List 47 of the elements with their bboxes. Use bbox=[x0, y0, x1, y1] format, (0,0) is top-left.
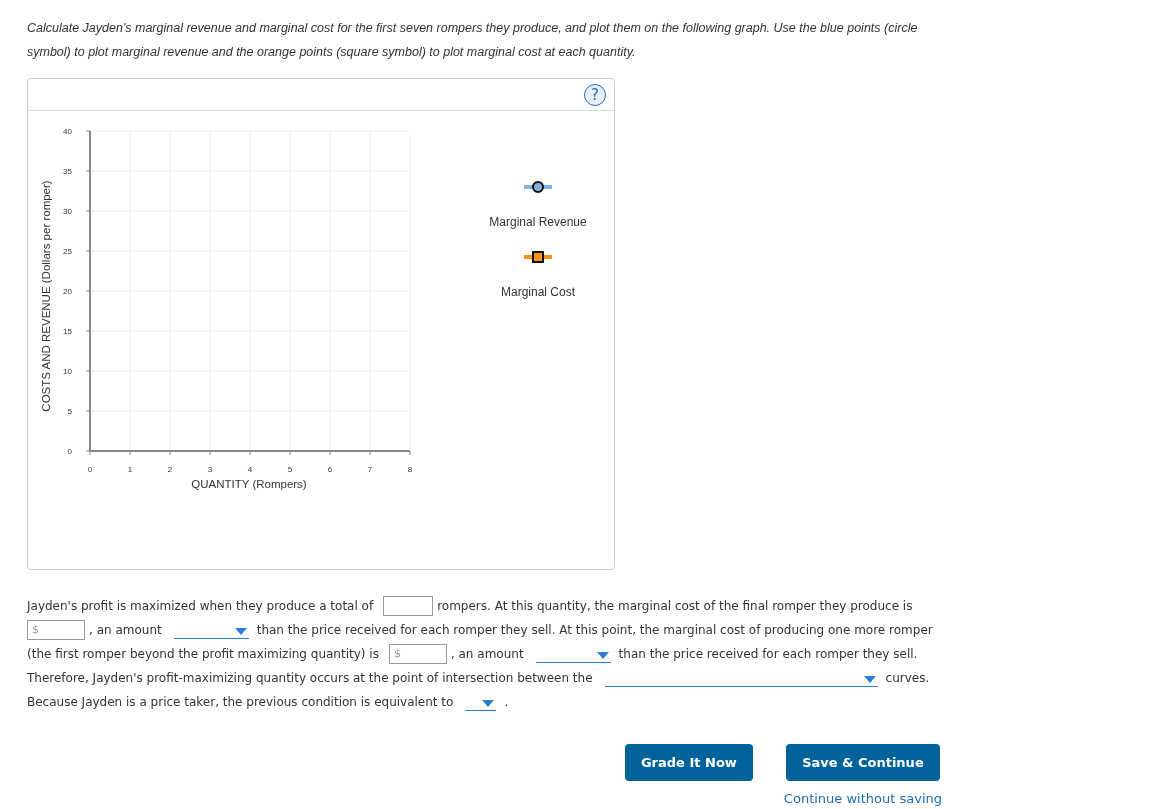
x-tick-label: 6 bbox=[327, 465, 333, 474]
caret-icon bbox=[234, 627, 247, 635]
question-text: Jayden's profit is maximized when they produce a total of bbox=[27, 598, 374, 615]
y-tick-label: 25 bbox=[63, 247, 72, 256]
question-text: rompers. At this quantity, the marginal cost of the final romper they produce is bbox=[437, 598, 913, 615]
question-text: curves. bbox=[885, 670, 930, 687]
x-tick-label: 3 bbox=[207, 465, 213, 474]
caret-icon bbox=[596, 651, 609, 659]
x-tick-label: 7 bbox=[367, 465, 373, 474]
y-tick-label: 40 bbox=[63, 127, 72, 136]
grade-button[interactable]: Grade It Now bbox=[624, 744, 753, 781]
question-text: Therefore, Jayden's profit-maximizing quantity occurs at the point of intersection between the bbox=[27, 670, 593, 687]
answer-field[interactable]: $ bbox=[27, 620, 85, 640]
question-text: Because Jayden is a price taker, the previous condition is equivalent to bbox=[27, 694, 454, 711]
answer-field[interactable] bbox=[383, 596, 434, 616]
instructions-text: Calculate Jayden's marginal revenue and marginal cost for the first seven rompers they produce, and plot them on the following graph. Use the blue points (circle symbol) to plot marginal revenue and the orange points (square symbol) to plot marginal cost at each quantity. bbox=[27, 20, 919, 61]
legend-label: Marginal Cost bbox=[501, 285, 575, 299]
caret-icon bbox=[482, 699, 495, 707]
x-tick-label: 5 bbox=[287, 465, 293, 474]
question-text: . bbox=[504, 694, 509, 711]
square-marker-icon[interactable] bbox=[524, 251, 552, 263]
y-tick-label: 35 bbox=[63, 167, 72, 176]
x-tick-label: 1 bbox=[127, 465, 133, 474]
x-tick-label: 4 bbox=[247, 465, 253, 474]
question-text: than the price received for each romper they sell. At this point, the marginal cost of producing one more romper bbox=[256, 622, 933, 639]
y-tick-label: 30 bbox=[63, 207, 72, 216]
x-axis-title: QUANTITY (Rompers) bbox=[191, 478, 307, 490]
x-tick-label: 2 bbox=[167, 465, 173, 474]
circle-marker-icon[interactable] bbox=[524, 181, 552, 193]
continue-link[interactable]: Continue without saving bbox=[783, 791, 942, 806]
y-tick-label: 15 bbox=[63, 327, 72, 336]
x-tick-label: 8 bbox=[407, 465, 413, 474]
y-tick-label: 0 bbox=[67, 447, 72, 456]
legend-label: Marginal Revenue bbox=[489, 215, 587, 229]
question-text: , an amount bbox=[89, 622, 162, 639]
y-axis-title: COSTS AND REVENUE (Dollars per romper) bbox=[40, 180, 52, 412]
x-tick-label: 0 bbox=[87, 465, 93, 474]
caret-icon bbox=[863, 675, 876, 683]
save-button[interactable]: Save & Continue bbox=[786, 744, 940, 781]
question-text: (the first romper beyond the profit maximizing quantity) is bbox=[27, 646, 379, 663]
question-text: , an amount bbox=[450, 646, 524, 663]
help-button[interactable]: ? bbox=[584, 83, 606, 106]
question-text: than the price received for each romper they sell. bbox=[618, 646, 918, 663]
answer-field[interactable]: $ bbox=[388, 644, 447, 664]
y-tick-label: 20 bbox=[63, 287, 72, 296]
y-tick-label: 10 bbox=[63, 367, 72, 376]
y-tick-label: 5 bbox=[67, 407, 72, 416]
